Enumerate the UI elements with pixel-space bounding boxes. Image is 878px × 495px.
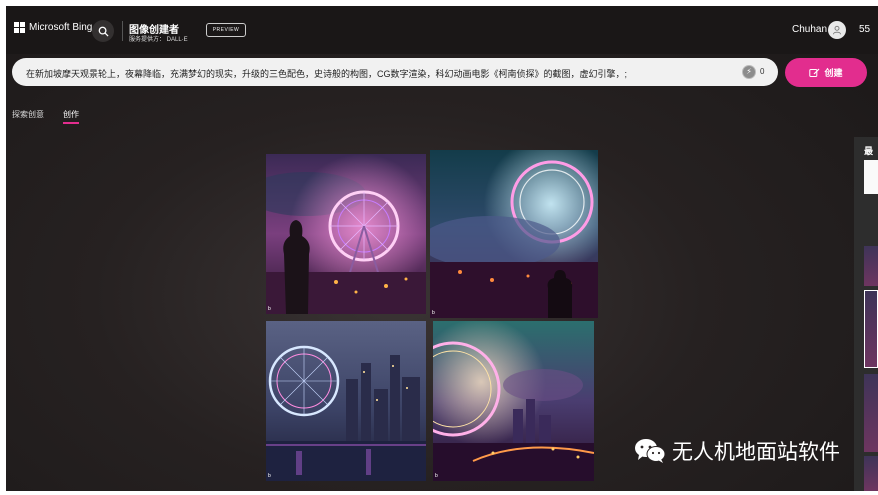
tab-create[interactable]: 创作 — [63, 109, 79, 120]
ferris-wheel-image-4[interactable]: b — [433, 321, 594, 481]
recent-panel-info-card — [864, 160, 878, 194]
recent-panel-title: 最 — [864, 146, 874, 156]
image-badge: b — [268, 473, 271, 479]
recent-thumbnail-selected[interactable] — [864, 290, 878, 368]
wechat-icon — [635, 439, 666, 463]
recent-thumbnail[interactable] — [864, 456, 878, 491]
avatar[interactable] — [828, 21, 846, 39]
recent-thumbnail[interactable] — [864, 374, 878, 452]
prompt-text[interactable]: 在新加坡摩天观景轮上，夜幕降临，充满梦幻的现实，升级的三色配色，史诗般的构图，C… — [26, 67, 726, 80]
active-tab-indicator — [63, 122, 79, 124]
brand-name: Microsoft Bing — [29, 22, 93, 33]
image-badge: b — [432, 310, 435, 316]
recent-thumbnail[interactable] — [864, 246, 878, 286]
search-icon — [98, 26, 109, 37]
preview-badge: PREVIEW — [206, 23, 246, 37]
prompt-input[interactable]: 在新加坡摩天观景轮上，夜幕降临，充满梦幻的现实，升级的三色配色，史诗般的构图，C… — [12, 58, 778, 86]
ferris-wheel-image-2[interactable]: b — [430, 150, 598, 318]
create-button-label: 创建 — [824, 68, 843, 78]
header-divider — [122, 21, 123, 41]
bing-image-creator: Microsoft Bing 图像创建者 服务提供方： DALL·E PREVI… — [6, 6, 878, 491]
image-badge: b — [435, 473, 438, 479]
ferris-wheel-image-1[interactable]: b — [266, 154, 426, 314]
bing-logo[interactable]: Microsoft Bing — [14, 22, 92, 33]
watermark: 无人机地面站软件 — [634, 436, 840, 466]
top-bar: Microsoft Bing 图像创建者 服务提供方： DALL·E PREVI… — [6, 6, 878, 54]
search-button[interactable] — [92, 20, 114, 42]
create-button[interactable]: 创建 — [785, 58, 867, 87]
tab-explore[interactable]: 探索创意 — [12, 109, 44, 120]
image-badge: b — [268, 306, 271, 312]
create-icon — [809, 68, 820, 77]
boost-icon: ⚡ — [742, 65, 756, 79]
boost-count: 0 — [760, 67, 765, 76]
user-name[interactable]: Chuhan — [792, 24, 827, 35]
windows-logo-icon — [14, 22, 25, 33]
user-icon — [833, 25, 841, 35]
watermark-text: 无人机地面站软件 — [672, 441, 840, 464]
points-count: 55 — [859, 24, 871, 35]
app-subtitle: 服务提供方： DALL·E — [129, 37, 188, 43]
ferris-wheel-image-3[interactable]: b — [266, 321, 426, 481]
